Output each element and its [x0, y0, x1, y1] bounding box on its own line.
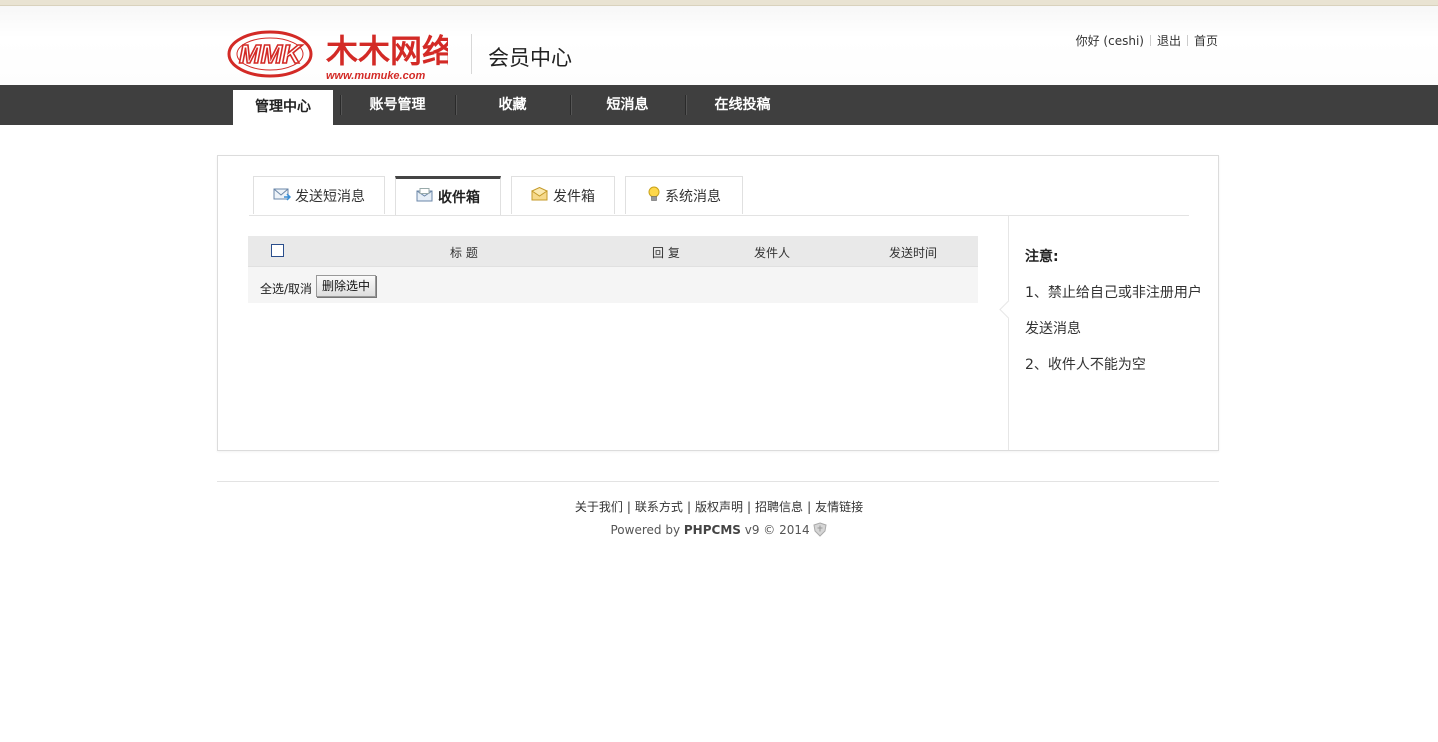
delete-selected-button[interactable]: 删除选中	[316, 275, 377, 297]
nav-item-account[interactable]: 账号管理	[340, 85, 455, 125]
svg-text:www.mumuke.com: www.mumuke.com	[326, 70, 425, 82]
powered-brand[interactable]: PHPCMS	[684, 523, 741, 537]
notes-pointer	[999, 300, 1018, 319]
svg-text:木木网络: 木木网络	[325, 32, 448, 70]
tab-inbox[interactable]: 收件箱	[395, 176, 501, 215]
divider	[1149, 35, 1151, 46]
tab-label: 发件箱	[553, 188, 595, 205]
greeting-link[interactable]: 你好 (ceshi)	[1076, 34, 1144, 48]
select-all-toggle[interactable]: 全选/取消	[260, 280, 312, 297]
powered-suffix: v9 © 2014	[744, 523, 810, 537]
message-tabs: 发送短消息 收件箱 发件箱 系统消息	[253, 176, 753, 215]
footer-link-copyright[interactable]: 版权声明	[695, 500, 743, 514]
select-all-checkbox[interactable]	[271, 244, 284, 257]
outbox-icon	[530, 186, 549, 205]
footer-link-friends[interactable]: 友情链接	[815, 500, 863, 514]
powered-by: Powered by PHPCMS v9 © 2014	[0, 522, 1438, 540]
header-title: 标 题	[450, 246, 478, 260]
lightbulb-icon	[647, 186, 661, 206]
powered-prefix: Powered by	[610, 523, 681, 537]
divider: |	[747, 500, 752, 514]
table-header: 标 题 回 复 发件人 发送时间	[248, 236, 978, 266]
tab-label: 系统消息	[665, 188, 721, 205]
notes-title: 注意:	[1025, 249, 1059, 265]
inbox-table: 标 题 回 复 发件人 发送时间 全选/取消 删除选中	[248, 236, 978, 303]
tab-label: 发送短消息	[295, 188, 365, 205]
message-panel: 发送短消息 收件箱 发件箱 系统消息 标 题 回 复 发件人 发送时间 全选/取…	[217, 155, 1219, 451]
user-links: 你好 (ceshi) 退出 首页	[1076, 32, 1218, 49]
nav-item-admin-center[interactable]: 管理中心	[233, 90, 333, 125]
svg-text:MMK: MMK	[239, 39, 303, 69]
footer-link-jobs[interactable]: 招聘信息	[755, 500, 803, 514]
tab-system-messages[interactable]: 系统消息	[625, 176, 743, 214]
divider	[1186, 35, 1188, 46]
mail-send-icon	[273, 187, 292, 205]
tab-outbox[interactable]: 发件箱	[511, 176, 615, 214]
header-send-time: 发送时间	[889, 246, 938, 260]
header-reply: 回 复	[652, 246, 680, 260]
table-actions: 全选/取消 删除选中	[248, 266, 978, 303]
nav-item-messages[interactable]: 短消息	[570, 85, 685, 125]
logo-divider	[471, 34, 472, 74]
site-logo[interactable]: MMK 木木网络 www.mumuke.com	[226, 26, 448, 82]
footer-divider	[217, 481, 1219, 482]
logout-link[interactable]: 退出	[1157, 34, 1181, 48]
inbox-icon	[416, 188, 434, 206]
notes-line-2: 发送消息	[1025, 321, 1081, 337]
header-sender: 发件人	[754, 246, 791, 260]
shield-icon	[813, 522, 828, 540]
page-title: 会员中心	[488, 46, 572, 70]
notes-line-3: 2、收件人不能为空	[1025, 357, 1146, 373]
tab-label: 收件箱	[438, 190, 480, 206]
tab-send-message[interactable]: 发送短消息	[253, 176, 385, 214]
nav-item-submit[interactable]: 在线投稿	[685, 85, 800, 125]
divider: |	[807, 500, 812, 514]
main-nav: 管理中心 账号管理 收藏 短消息 在线投稿	[0, 85, 1438, 125]
notes-sidebar: 注意: 1、禁止给自己或非注册用户 发送消息 2、收件人不能为空	[999, 216, 1219, 450]
footer-link-about[interactable]: 关于我们	[575, 500, 623, 514]
site-header: MMK 木木网络 www.mumuke.com 会员中心 你好 (ceshi) 退…	[0, 6, 1438, 85]
divider: |	[686, 500, 691, 514]
nav-item-favorites[interactable]: 收藏	[455, 85, 570, 125]
footer-link-contact[interactable]: 联系方式	[635, 500, 683, 514]
footer-links: 关于我们 | 联系方式 | 版权声明 | 招聘信息 | 友情链接	[0, 498, 1438, 515]
divider: |	[626, 500, 631, 514]
home-link[interactable]: 首页	[1194, 34, 1218, 48]
notes-line-1: 1、禁止给自己或非注册用户	[1025, 285, 1202, 301]
